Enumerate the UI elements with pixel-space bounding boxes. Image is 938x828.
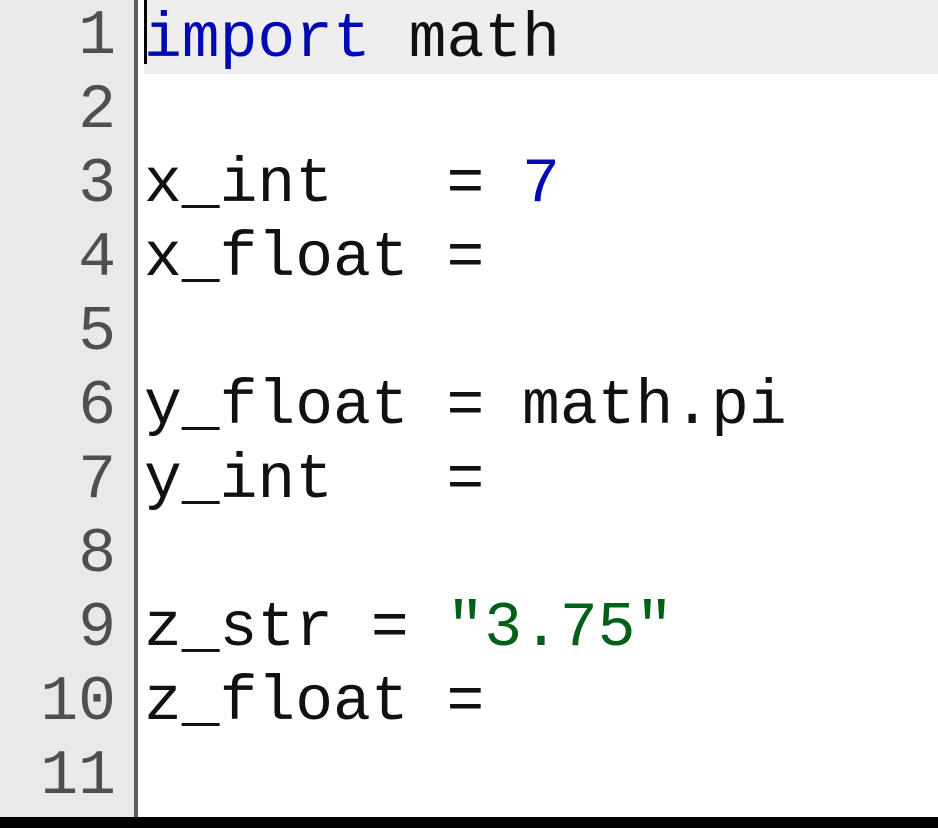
line-number: 2 xyxy=(0,74,134,148)
line-number: 11 xyxy=(0,740,134,814)
line-number: 7 xyxy=(0,444,134,518)
code-token: y_float = math.pi xyxy=(144,371,787,442)
line-number: 4 xyxy=(0,222,134,296)
line-number: 3 xyxy=(0,148,134,222)
line-number: 9 xyxy=(0,592,134,666)
code-token: x_int = xyxy=(144,149,522,220)
code-token: z_float = xyxy=(144,667,484,738)
code-token: math xyxy=(371,4,560,75)
line-number: 8 xyxy=(0,518,134,592)
line-number: 10 xyxy=(0,666,134,740)
code-line[interactable]: z_float = xyxy=(144,666,938,740)
code-line[interactable]: y_float = math.pi xyxy=(144,370,938,444)
bottom-border xyxy=(0,817,938,828)
code-token: y_int = xyxy=(144,445,522,516)
code-line[interactable]: x_float = xyxy=(144,222,938,296)
code-token: import xyxy=(144,4,371,75)
code-line[interactable]: x_int = 7 xyxy=(144,148,938,222)
code-token: x_float = xyxy=(144,223,522,294)
code-line[interactable]: y_int = xyxy=(144,444,938,518)
code-line[interactable] xyxy=(144,296,938,370)
code-area[interactable]: import math x_int = 7x_float = y_float = … xyxy=(138,0,938,828)
code-line[interactable]: z_str = "3.75" xyxy=(144,592,938,666)
code-line[interactable]: import math xyxy=(144,0,938,74)
line-number: 6 xyxy=(0,370,134,444)
code-token: 7 xyxy=(522,149,560,220)
line-number: 1 xyxy=(0,0,134,74)
code-token: "3.75" xyxy=(446,593,673,664)
code-line[interactable] xyxy=(144,518,938,592)
code-token: z_str = xyxy=(144,593,446,664)
line-number-gutter: 1234567891011 xyxy=(0,0,138,828)
line-number: 5 xyxy=(0,296,134,370)
code-line[interactable] xyxy=(144,740,938,814)
code-editor[interactable]: 1234567891011 import mathx_int = 7x_floa… xyxy=(0,0,938,828)
code-line[interactable] xyxy=(144,74,938,148)
